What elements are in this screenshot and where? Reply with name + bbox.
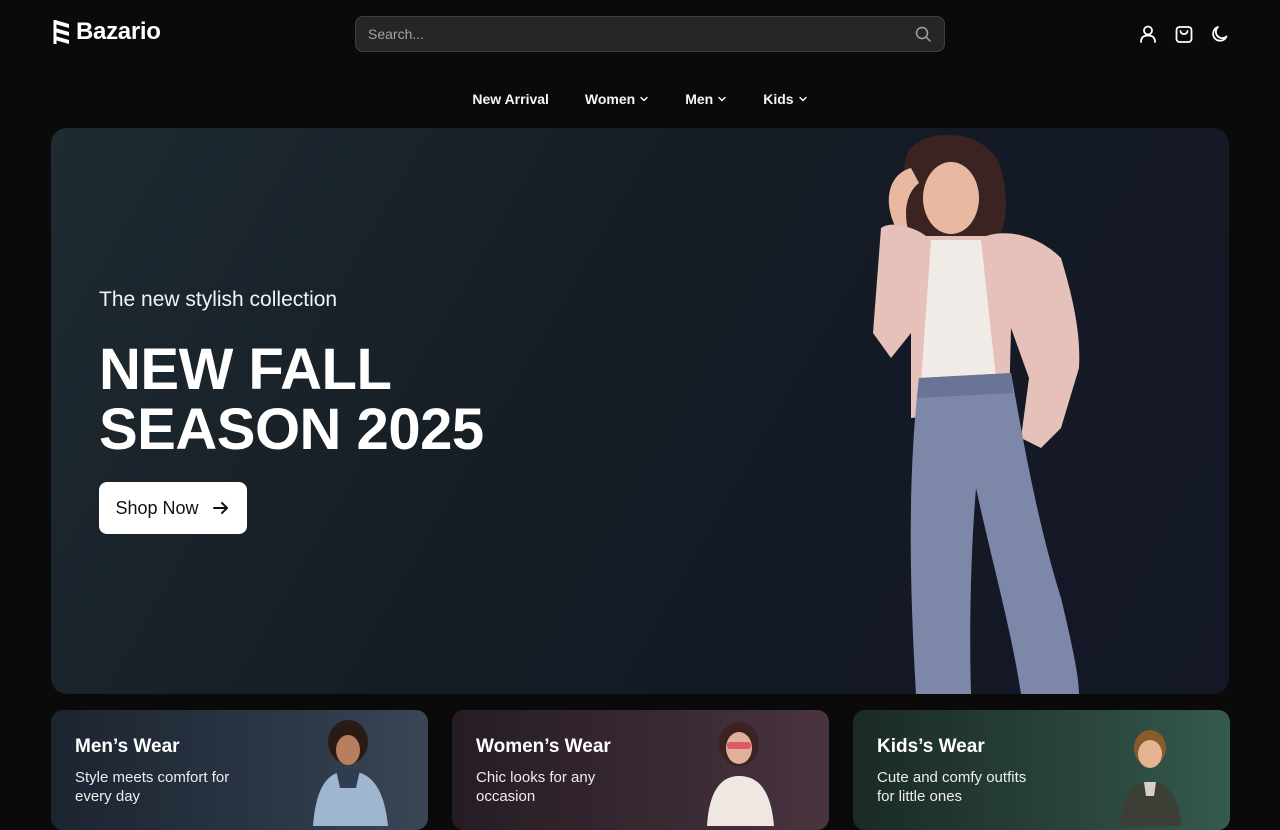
search-input[interactable] [368,26,914,42]
chevron-down-icon [798,94,808,104]
main-nav: New Arrival Women Men Kids [0,86,1280,112]
chevron-down-icon [639,94,649,104]
search-bar [355,16,945,52]
user-icon[interactable] [1138,22,1158,46]
search-icon[interactable] [914,25,932,43]
nav-item-men[interactable]: Men [685,86,727,112]
header-actions [1138,22,1230,46]
shop-now-label: Shop Now [115,497,199,518]
hero-title-line-2: SEASON 2025 [99,397,484,462]
hero-title-line-1: NEW FALL [99,337,392,402]
category-card-title: Men’s Wear [75,736,180,757]
nav-item-label: Kids [763,91,794,107]
arrow-right-icon [211,498,231,518]
womens-model-image [707,722,774,826]
hero-banner: The new stylish collection NEW FALL SEAS… [51,128,1229,694]
nav-item-new-arrival[interactable]: New Arrival [472,86,549,112]
nav-item-label: Men [685,91,714,107]
hero-subtitle: The new stylish collection [99,288,338,311]
nav-item-label: Women [584,91,636,107]
kids-model-image [1120,730,1182,826]
hero-title: NEW FALL SEASON 2025 [99,340,579,460]
shop-now-button[interactable]: Shop Now [99,482,247,534]
category-card-title: Women’s Wear [476,736,611,757]
mens-model-image [313,720,388,826]
logo-icon [53,20,69,44]
category-card-description: Cute and comfy outfits for little ones [877,769,1027,805]
category-cards: Men’s Wear Style meets comfort for every… [51,710,1230,830]
category-card-kids-wear[interactable]: Kids’s Wear Cute and comfy outfits for l… [853,710,1230,830]
chevron-down-icon [717,94,727,104]
nav-item-kids[interactable]: Kids [763,86,807,112]
hero-model-image [873,134,1080,694]
nav-item-label: New Arrival [472,91,549,107]
category-card-description: Style meets comfort for every day [75,769,230,805]
cart-icon[interactable] [1174,22,1194,46]
brand-name: Bazario [76,18,161,45]
category-card-title: Kids’s Wear [877,736,985,757]
category-card-womens-wear[interactable]: Women’s Wear Chic looks for any occasion [452,710,829,830]
category-card-description: Chic looks for any occasion [476,769,596,805]
nav-item-women[interactable]: Women [585,86,649,112]
category-card-mens-wear[interactable]: Men’s Wear Style meets comfort for every… [51,710,428,830]
moon-icon[interactable] [1210,22,1230,46]
brand-logo[interactable]: Bazario [52,17,161,47]
site-header: Bazario [0,0,1280,68]
